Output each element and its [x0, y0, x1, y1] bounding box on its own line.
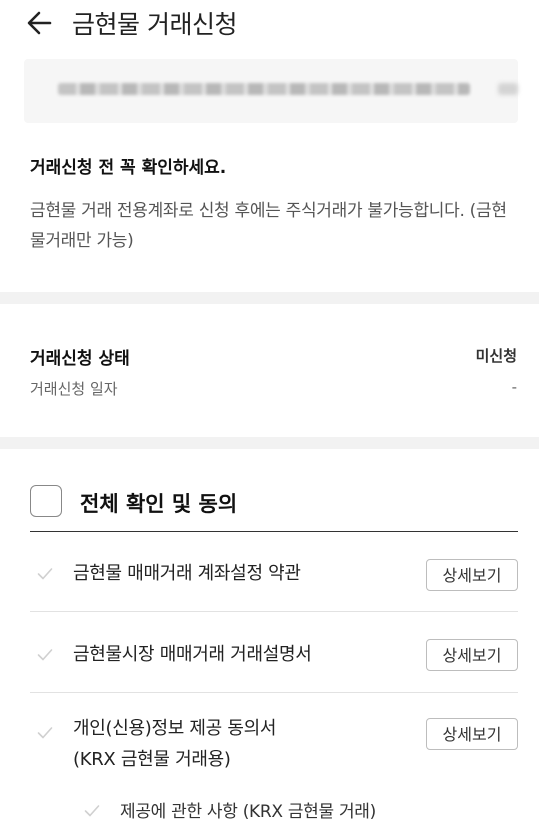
agree-all-checkbox[interactable] [30, 485, 62, 517]
check-icon[interactable] [37, 648, 53, 662]
status-label: 거래신청 상태 [30, 349, 130, 369]
view-detail-button[interactable]: 상세보기 [426, 639, 518, 671]
sub-consent-label[interactable]: 제공에 관한 사항 (KRX 금현물 거래) [120, 797, 376, 822]
row-divider [30, 692, 518, 693]
consent-label-line1: 개인(신용)정보 제공 동의서 [73, 718, 277, 739]
page-title: 금현물 거래신청 [72, 10, 237, 39]
account-selector[interactable] [24, 59, 518, 123]
consent-label-line2: (KRX 금현물 거래용) [73, 749, 231, 770]
check-icon[interactable] [84, 804, 100, 818]
agree-all-underline [30, 531, 518, 532]
check-icon[interactable] [37, 726, 53, 740]
masked-account-number [58, 83, 470, 95]
back-arrow-icon[interactable] [26, 8, 52, 38]
section-divider [0, 292, 539, 304]
apply-date-value: - [511, 378, 517, 396]
masked-account-suffix [498, 83, 518, 95]
view-detail-button[interactable]: 상세보기 [426, 559, 518, 591]
check-icon[interactable] [37, 567, 53, 581]
section-divider [0, 437, 539, 449]
terms-account-setting-label[interactable]: 금현물 매매거래 계좌설정 약관 [73, 558, 301, 589]
row-divider [30, 611, 518, 612]
apply-date-label: 거래신청 일자 [30, 380, 118, 398]
trading-description-label[interactable]: 금현물시장 매매거래 거래설명서 [73, 639, 312, 670]
status-badge: 미신청 [475, 347, 517, 365]
view-detail-button[interactable]: 상세보기 [426, 718, 518, 750]
notice-title: 거래신청 전 꼭 확인하세요. [30, 158, 227, 178]
personal-info-consent-label[interactable]: 개인(신용)정보 제공 동의서 (KRX 금현물 거래용) [73, 713, 276, 775]
notice-body: 금현물 거래 전용계좌로 신청 후에는 주식거래가 불가능합니다. (금현물거래… [30, 201, 507, 251]
header: 금현물 거래신청 [0, 0, 539, 50]
agree-all-label[interactable]: 전체 확인 및 동의 [80, 488, 237, 518]
